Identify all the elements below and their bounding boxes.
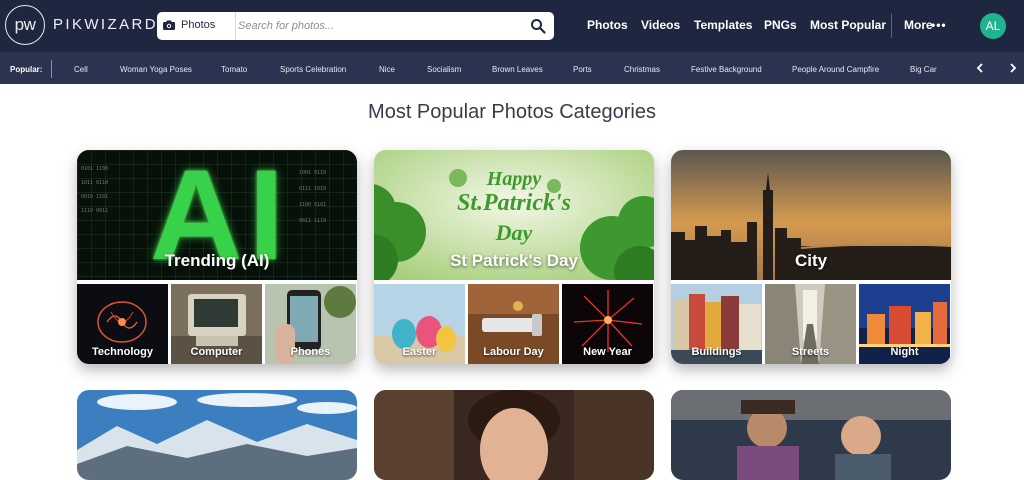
category-main-image-st-patricks[interactable]: Happy St.Patrick's Day St Patrick's Day <box>374 150 654 280</box>
more-dots-icon[interactable]: ••• <box>931 18 947 32</box>
category-card-people[interactable] <box>374 390 654 480</box>
popular-label: Popular: <box>10 65 43 74</box>
nav-divider <box>891 14 892 38</box>
category-title[interactable]: St Patrick's Day <box>374 251 654 271</box>
category-main-image-city[interactable]: City <box>671 150 951 280</box>
category-card-city: City Buildings Streets Night <box>671 150 951 364</box>
logo-mark[interactable]: pw <box>5 5 45 45</box>
nav-most-popular[interactable]: Most Popular <box>810 18 886 32</box>
subcategory-buildings[interactable]: Buildings <box>671 284 762 364</box>
popular-item-socialism[interactable]: Socialism <box>427 65 461 74</box>
popular-item-people-around-campfire[interactable]: People Around Campfire <box>792 65 879 74</box>
search-icon[interactable] <box>530 18 546 34</box>
popular-item-festive-background[interactable]: Festive Background <box>691 65 762 74</box>
popular-item-cell[interactable]: Cell <box>74 65 88 74</box>
subcategory-label: Buildings <box>691 346 742 358</box>
subcategory-label: Easter <box>402 346 437 358</box>
popular-item-christmas[interactable]: Christmas <box>624 65 660 74</box>
brand-name[interactable]: PIKWIZARD <box>53 16 158 33</box>
subcategory-computer[interactable]: Computer <box>171 284 262 364</box>
popular-item-brown-leaves[interactable]: Brown Leaves <box>492 65 543 74</box>
nav-pngs[interactable]: PNGs <box>764 18 797 32</box>
popular-item-nice[interactable]: Nice <box>379 65 395 74</box>
nav-more[interactable]: More <box>904 18 933 32</box>
svg-text:0101 1100: 0101 1100 <box>81 166 108 172</box>
subcategory-technology[interactable]: Technology <box>77 284 168 364</box>
category-card-st-patricks-day: Happy St.Patrick's Day St Patrick's Day … <box>374 150 654 364</box>
st-patricks-line3: Day <box>495 220 533 245</box>
subcategory-label: Streets <box>791 346 830 358</box>
popular-item-big-car[interactable]: Big Car <box>910 65 937 74</box>
popular-divider <box>51 60 52 78</box>
search-type-label: Photos <box>181 19 216 31</box>
top-navigation-bar: pw PIKWIZARD Photos Photos Videos Templa… <box>0 0 1024 52</box>
user-avatar[interactable]: AL <box>980 13 1006 39</box>
popular-item-sports-celebration[interactable]: Sports Celebration <box>280 65 346 74</box>
category-card-trending-ai: 0101 1100 1011 0110 0010 1101 1110 0011 100… <box>77 150 357 364</box>
subcategory-label: Labour Day <box>483 346 544 358</box>
subcategory-night[interactable]: Night <box>859 284 950 364</box>
category-card-work[interactable] <box>671 390 951 480</box>
search-bar: Photos <box>157 12 554 40</box>
search-input[interactable] <box>238 15 518 37</box>
subcategory-new-year[interactable]: New Year <box>562 284 653 364</box>
subcategory-label: Technology <box>92 346 153 358</box>
subcategory-label: Night <box>890 346 919 358</box>
nav-videos[interactable]: Videos <box>641 18 680 32</box>
st-patricks-line1: Happy <box>486 168 542 190</box>
subcategory-label: Phones <box>290 346 331 358</box>
popular-item-ports[interactable]: Ports <box>573 65 592 74</box>
svg-text:1110 0011: 1110 0011 <box>81 208 108 214</box>
popular-item-woman-yoga-poses[interactable]: Woman Yoga Poses <box>120 65 192 74</box>
category-card-mountains[interactable] <box>77 390 357 480</box>
popular-item-tomato[interactable]: Tomato <box>221 65 247 74</box>
popular-searches-bar: Popular: Cell Woman Yoga Poses Tomato Sp… <box>0 52 1024 84</box>
svg-text:0010 1101: 0010 1101 <box>81 194 108 200</box>
chevron-left-icon[interactable] <box>976 63 984 73</box>
page-title: Most Popular Photos Categories <box>368 101 656 123</box>
subcategory-labour-day[interactable]: Labour Day <box>468 284 559 364</box>
st-patricks-line2: St.Patrick's <box>456 190 571 216</box>
chevron-right-icon[interactable] <box>1009 63 1017 73</box>
category-main-image-trending-ai[interactable]: 0101 1100 1011 0110 0010 1101 1110 0011 100… <box>77 150 357 280</box>
category-title[interactable]: Trending (AI) <box>77 251 357 271</box>
subcategory-label: New Year <box>583 346 632 358</box>
camera-icon <box>163 20 175 30</box>
subcategory-label: Computer <box>190 346 243 358</box>
category-title[interactable]: City <box>671 251 951 271</box>
mountain-landscape-image <box>77 390 357 480</box>
nav-photos[interactable]: Photos <box>587 18 628 32</box>
nav-templates[interactable]: Templates <box>694 18 752 32</box>
svg-text:1011 0110: 1011 0110 <box>81 180 108 186</box>
woman-portrait-image <box>374 390 654 480</box>
subcategory-streets[interactable]: Streets <box>765 284 856 364</box>
workers-image <box>671 390 951 480</box>
search-type-dropdown[interactable]: Photos <box>157 12 236 40</box>
subcategory-phones[interactable]: Phones <box>265 284 356 364</box>
subcategory-easter[interactable]: Easter <box>374 284 465 364</box>
